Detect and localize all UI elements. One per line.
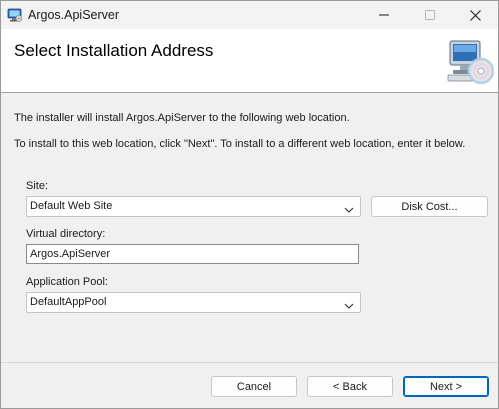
maximize-icon	[425, 10, 435, 20]
installer-icon	[7, 7, 23, 23]
site-select-value: Default Web Site	[30, 200, 113, 212]
intro-text: The installer will install Argos.ApiServ…	[14, 112, 350, 124]
virtual-directory-input[interactable]	[27, 245, 358, 263]
next-button[interactable]: Next >	[403, 376, 489, 397]
maximize-button[interactable]	[407, 1, 453, 29]
virtual-directory-label: Virtual directory:	[26, 228, 106, 240]
minimize-button[interactable]	[361, 1, 407, 29]
close-button[interactable]	[452, 1, 498, 29]
disk-cost-button[interactable]: Disk Cost...	[371, 196, 488, 217]
close-icon	[469, 9, 481, 21]
application-pool-select[interactable]: DefaultAppPool	[26, 292, 361, 313]
header-banner: Select Installation Address	[1, 29, 498, 93]
chevron-down-icon	[344, 299, 354, 309]
computer-disc-icon	[444, 39, 495, 87]
site-select[interactable]: Default Web Site	[26, 196, 361, 217]
cancel-button[interactable]: Cancel	[211, 376, 297, 397]
page-title: Select Installation Address	[14, 41, 214, 60]
chevron-down-icon	[344, 203, 354, 213]
installer-window: Argos.ApiServer Select Installation Addr…	[0, 0, 499, 409]
footer-divider	[1, 362, 498, 363]
minimize-icon	[379, 10, 389, 20]
back-button[interactable]: < Back	[307, 376, 393, 397]
instruction-text: To install to this web location, click "…	[14, 138, 466, 150]
application-pool-select-value: DefaultAppPool	[30, 296, 107, 308]
application-pool-label: Application Pool:	[26, 276, 108, 288]
window-title: Argos.ApiServer	[28, 8, 120, 22]
virtual-directory-field[interactable]	[26, 244, 359, 264]
site-label: Site:	[26, 180, 49, 192]
title-bar[interactable]: Argos.ApiServer	[1, 1, 498, 29]
